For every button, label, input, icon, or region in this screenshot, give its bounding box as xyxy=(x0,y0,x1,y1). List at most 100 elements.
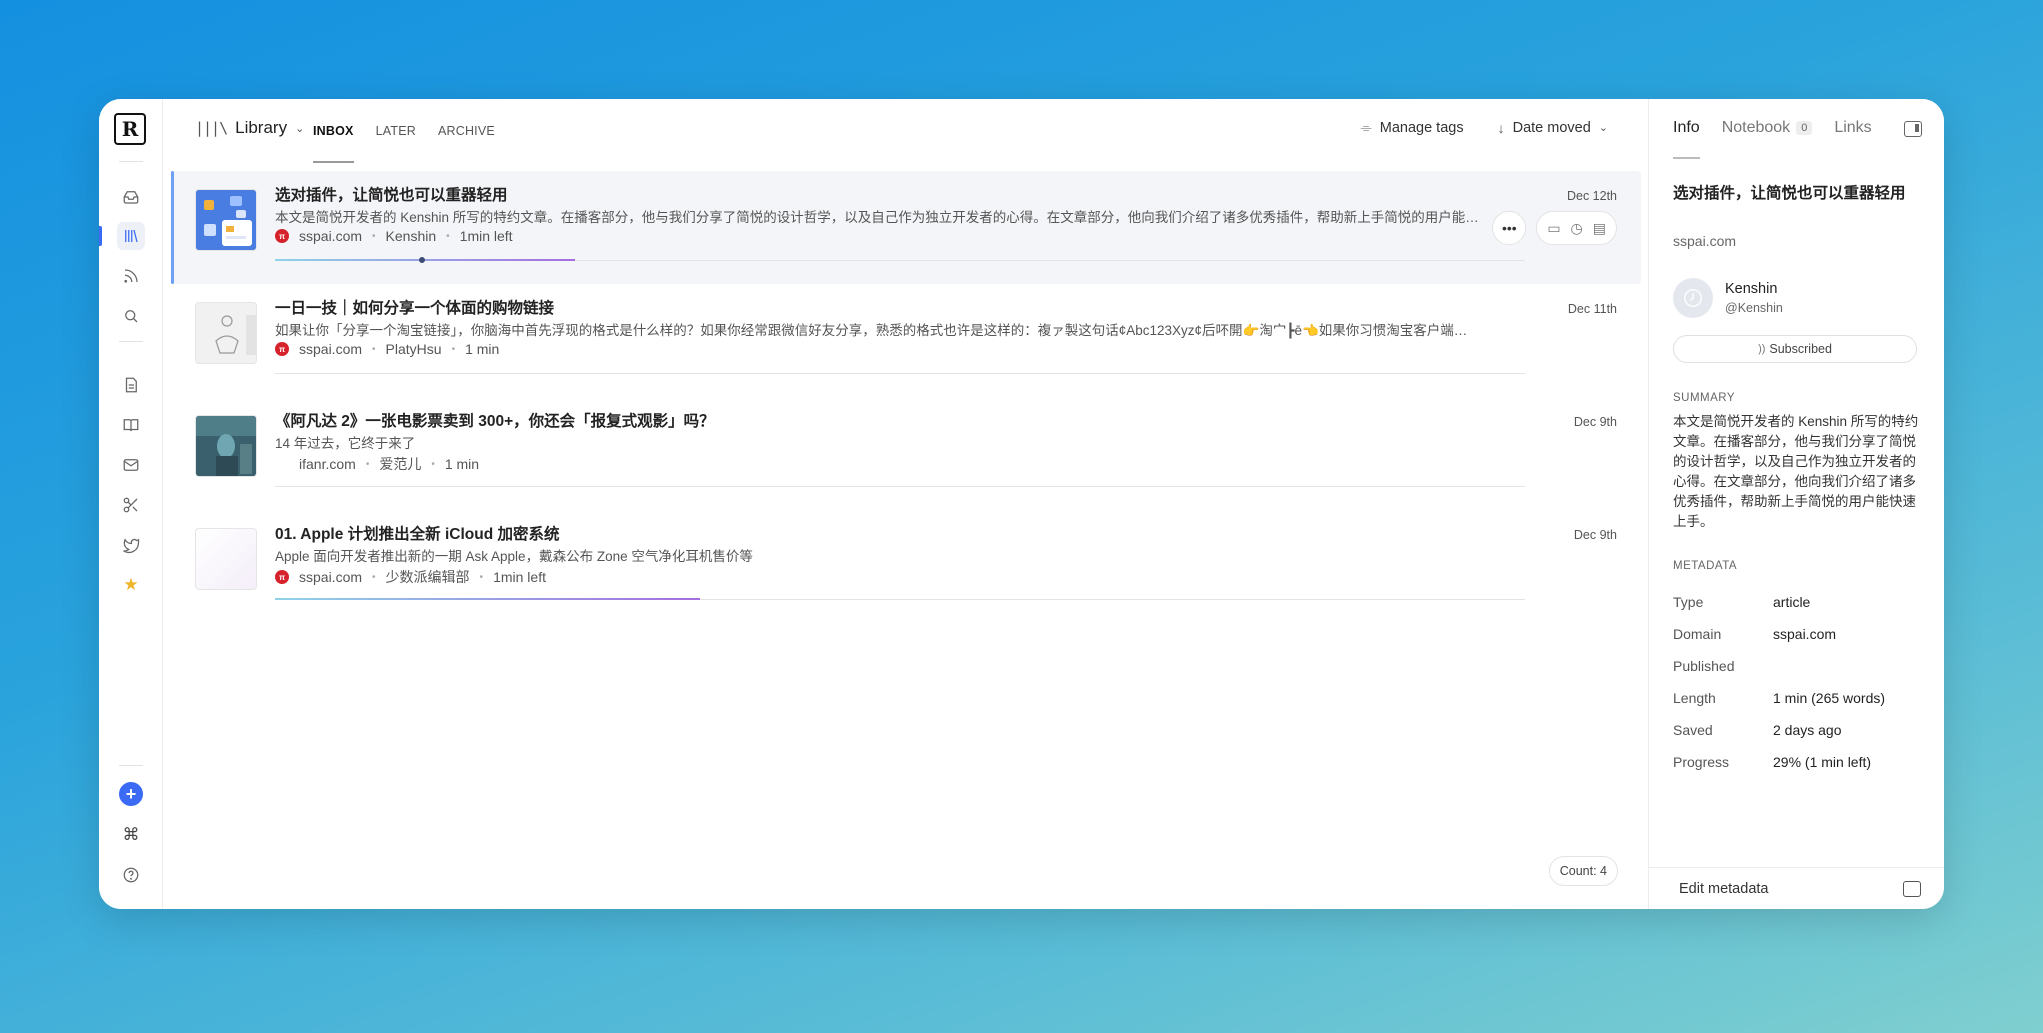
item-divider xyxy=(275,486,1525,487)
book-icon[interactable] xyxy=(117,411,145,439)
metadata-row: Progress 29% (1 min left) xyxy=(1673,746,1923,778)
subscribed-button[interactable]: )) Subscribed xyxy=(1673,335,1917,363)
info-panel: Info Notebook 0 Links 选对插件，让简悦也可以重器轻用 ss… xyxy=(1648,99,1944,909)
feed-icon[interactable] xyxy=(117,262,145,290)
separator-dot: • xyxy=(372,571,376,583)
list-item[interactable]: 《阿凡达 2》一张电影票卖到 300+，你还会「报复式观影」吗？ 14 年过去，… xyxy=(171,397,1641,510)
metadata-row: Published xyxy=(1673,650,1923,682)
more-options-button[interactable]: ••• xyxy=(1492,211,1527,245)
progress-bar xyxy=(275,259,575,261)
search-icon[interactable] xyxy=(117,302,145,330)
top-actions: ⌯ Manage tags ↓ Date moved ⌄ xyxy=(1361,119,1608,136)
metadata-key: Type xyxy=(1673,594,1704,610)
tab-archive[interactable]: ARCHIVE xyxy=(438,99,495,163)
item-author: 少数派编辑部 xyxy=(385,569,470,585)
manage-tags-button[interactable]: ⌯ Manage tags xyxy=(1361,119,1464,136)
command-icon[interactable]: ⌘ xyxy=(117,821,145,849)
library-dropdown[interactable]: |||\ Library ⌄ xyxy=(195,118,304,138)
metadata-value: 29% (1 min left) xyxy=(1773,754,1872,770)
item-title: 《阿凡达 2》一张电影票卖到 300+，你还会「报复式观影」吗？ xyxy=(275,413,715,430)
tab-info-label: Info xyxy=(1673,119,1700,136)
app-logo[interactable]: R xyxy=(114,113,146,145)
metadata-value: 2 days ago xyxy=(1773,722,1842,738)
avatar xyxy=(1673,278,1713,318)
tab-info[interactable]: Info xyxy=(1673,119,1700,159)
metadata-value: article xyxy=(1773,594,1811,610)
item-meta: π sspai.com • PlatyHsu • 1 min xyxy=(275,341,499,357)
item-title: 01. Apple 计划推出全新 iCloud 加密系统 xyxy=(275,526,560,543)
panel-domain[interactable]: sspai.com xyxy=(1673,233,1736,249)
metadata-key: Length xyxy=(1673,690,1716,706)
toggle-panel-icon[interactable] xyxy=(1904,121,1922,137)
add-button[interactable]: + xyxy=(119,782,143,806)
document-icon[interactable] xyxy=(117,371,145,399)
edit-metadata-button[interactable]: Edit metadata xyxy=(1649,867,1944,909)
metadata-row: Saved 2 days ago xyxy=(1673,714,1923,746)
separator-dot: • xyxy=(365,458,370,470)
star-icon[interactable]: ★ xyxy=(117,571,145,599)
site-favicon: π xyxy=(275,342,289,356)
help-icon[interactable] xyxy=(117,861,145,889)
divider xyxy=(119,341,143,342)
list-item[interactable]: 一日一技｜如何分享一个体面的购物链接 如果让你「分享一个淘宝链接」，你脑海中首先… xyxy=(171,284,1641,397)
item-domain: sspai.com xyxy=(299,341,363,357)
archive-icon[interactable]: ▤ xyxy=(1593,220,1606,237)
top-bar: |||\ Library ⌄ INBOX LATER ARCHIVE ⌯ Man… xyxy=(163,99,1648,163)
home-icon[interactable] xyxy=(117,183,145,211)
metadata-value: sspai.com xyxy=(1773,626,1837,642)
left-rail: R ★ + ⌘ xyxy=(99,99,163,909)
item-meta: π sspai.com • 少数派编辑部 • 1min left xyxy=(275,567,546,587)
list-item[interactable]: 选对插件，让简悦也可以重器轻用 本文是简悦开发者的 Kenshin 所写的特约文… xyxy=(171,171,1641,284)
library-icon[interactable] xyxy=(117,222,145,250)
twitter-icon[interactable] xyxy=(117,531,145,559)
active-indicator xyxy=(99,226,102,246)
progress-marker xyxy=(419,257,425,263)
metadata-row: Type article xyxy=(1673,586,1923,618)
later-clock-icon[interactable]: ◷ xyxy=(1571,220,1583,237)
tab-links[interactable]: Links xyxy=(1834,119,1871,137)
mail-icon[interactable] xyxy=(117,451,145,479)
tab-links-label: Links xyxy=(1834,119,1872,136)
library-label: Library xyxy=(235,118,288,137)
tab-notebook[interactable]: Notebook 0 xyxy=(1722,119,1813,137)
tab-later[interactable]: LATER xyxy=(376,99,416,163)
item-domain: sspai.com xyxy=(299,569,363,585)
row-actions: ••• ▭ ◷ ▤ xyxy=(1492,211,1617,245)
count-badge: Count: 4 xyxy=(1548,856,1618,886)
author-handle: @Kenshin xyxy=(1725,301,1783,315)
chevron-down-icon: ⌄ xyxy=(295,122,305,135)
item-divider xyxy=(275,373,1525,374)
sort-label: Date moved xyxy=(1512,119,1591,136)
separator-dot: • xyxy=(372,230,376,242)
list-item[interactable]: 01. Apple 计划推出全新 iCloud 加密系统 Apple 面向开发者… xyxy=(171,510,1641,623)
tab-notebook-label: Notebook xyxy=(1721,119,1791,136)
separator-dot: • xyxy=(451,343,456,355)
tab-inbox[interactable]: INBOX xyxy=(313,99,354,163)
item-reading-time: 1min left xyxy=(459,228,513,244)
sort-dropdown[interactable]: ↓ Date moved ⌄ xyxy=(1498,119,1608,136)
item-title: 选对插件，让简悦也可以重器轻用 xyxy=(275,187,508,204)
clip-icon[interactable] xyxy=(117,491,145,519)
main-content: |||\ Library ⌄ INBOX LATER ARCHIVE ⌯ Man… xyxy=(163,99,1648,909)
metadata-key: Domain xyxy=(1673,626,1722,642)
article-thumbnail xyxy=(195,415,257,477)
item-date: Dec 12th xyxy=(1566,189,1617,203)
separator-dot: • xyxy=(446,230,450,242)
item-author: PlatyHsu xyxy=(385,341,442,357)
article-thumbnail xyxy=(195,528,257,590)
metadata-heading: METADATA xyxy=(1673,560,1738,572)
author-name: Kenshin xyxy=(1725,281,1778,297)
manage-tags-label: Manage tags xyxy=(1379,119,1464,136)
author-card[interactable]: Kenshin @Kenshin xyxy=(1673,278,1783,318)
metadata-value: 1 min (265 words) xyxy=(1773,690,1886,706)
item-description: 本文是简悦开发者的 Kenshin 所写的特约文章。在播客部分，他与我们分享了简… xyxy=(275,210,1485,225)
item-date: Dec 9th xyxy=(1573,415,1617,429)
article-thumbnail xyxy=(195,302,257,364)
arrow-down-icon: ↓ xyxy=(1497,119,1505,136)
move-to-inbox-icon[interactable]: ▭ xyxy=(1547,220,1560,237)
summary-heading: SUMMARY xyxy=(1673,392,1736,404)
item-description: Apple 面向开发者推出新的一期 Ask Apple，戴森公布 Zone 空气… xyxy=(275,549,753,564)
separator-dot: • xyxy=(372,343,376,355)
separator-dot: • xyxy=(479,571,484,583)
metadata-list: Type article Domain sspai.com Published Le… xyxy=(1673,586,1923,778)
